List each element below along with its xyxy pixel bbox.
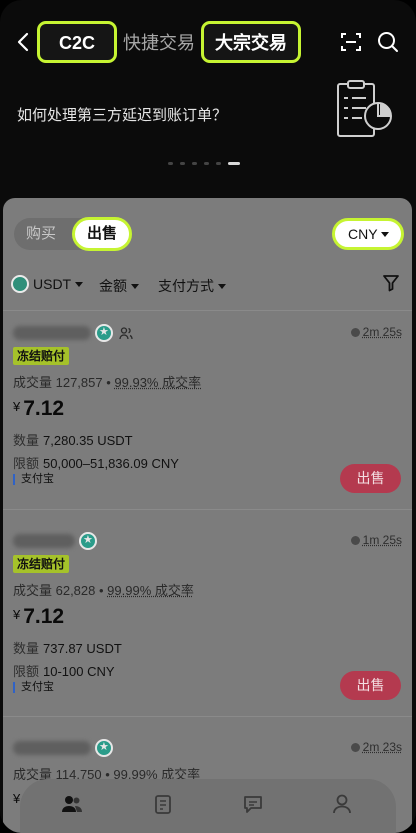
page-dot xyxy=(216,162,221,165)
limit-label: 限额 xyxy=(13,664,40,679)
amount-filter-label: 金额 xyxy=(99,278,127,294)
verified-badge-icon xyxy=(79,532,97,550)
app-frame: C2C 快捷交易 大宗交易 如何处理第三方延迟到账订单？ 购买 出售 CNY U… xyxy=(0,0,416,833)
top-bar: C2C 快捷交易 大宗交易 xyxy=(0,18,416,66)
clock-icon xyxy=(350,743,360,752)
response-time-value: 2m 25s xyxy=(362,325,402,339)
filter-bar: USDT 金额 支付方式 xyxy=(10,274,405,296)
nav-item-orders[interactable] xyxy=(133,793,193,833)
quantity-label: 数量 xyxy=(13,641,40,656)
filter-funnel-icon[interactable] xyxy=(382,274,400,292)
frozen-compensation-tag: 冻结赔付 xyxy=(13,555,70,573)
payment-filter-label: 支付方式 xyxy=(158,278,214,294)
limit-value: 10-100 CNY xyxy=(43,664,115,679)
sell-tab[interactable]: 出售 xyxy=(72,217,132,251)
amount-filter[interactable]: 金额 xyxy=(99,276,139,296)
trade-volume: 成交量 127,857 xyxy=(13,375,103,390)
currency-symbol: ¥ xyxy=(13,399,21,414)
response-time-value: 2m 23s xyxy=(362,740,402,754)
tab-block-trade[interactable]: 大宗交易 xyxy=(201,21,301,63)
nav-item-profile[interactable] xyxy=(312,793,372,833)
back-icon[interactable] xyxy=(14,30,34,54)
merchant-name-blurred[interactable] xyxy=(13,741,91,755)
currency-label: CNY xyxy=(348,226,378,242)
frozen-compensation-tag: 冻结赔付 xyxy=(13,347,70,365)
banner-pagination xyxy=(168,162,240,168)
completion-rate: 99.93% 成交率 xyxy=(114,375,202,390)
payment-method: 支付宝 xyxy=(13,682,54,693)
payment-method: 支付宝 xyxy=(13,474,54,485)
response-time-value: 1m 25s xyxy=(362,533,402,547)
tab-c2c[interactable]: C2C xyxy=(37,21,117,63)
nav-item-messages[interactable] xyxy=(223,793,283,833)
page-dot xyxy=(204,162,209,165)
quantity-label: 数量 xyxy=(13,433,40,448)
clock-icon xyxy=(350,328,360,337)
document-clock-icon xyxy=(332,80,402,144)
quantity-row: 数量 7,280.35 USDT xyxy=(13,430,133,449)
response-time: 2m 25s xyxy=(350,325,402,339)
response-time: 1m 25s xyxy=(350,533,402,547)
orders-icon xyxy=(155,795,171,814)
page-dot xyxy=(180,162,185,165)
chevron-down-icon xyxy=(381,232,389,237)
scan-icon[interactable] xyxy=(339,30,363,54)
usdt-coin-icon xyxy=(11,275,29,293)
limit-row: 限额 10-100 CNY xyxy=(13,661,115,680)
quantity-value: 7,280.35 USDT xyxy=(43,433,133,448)
verified-badge-icon xyxy=(95,324,113,342)
price-value: 7.12 xyxy=(23,605,65,628)
currency-selector[interactable]: CNY xyxy=(332,218,404,250)
chevron-down-icon xyxy=(218,284,226,289)
person-icon xyxy=(333,794,351,814)
tab-quick-trade[interactable]: 快捷交易 xyxy=(119,21,199,63)
response-time: 2m 23s xyxy=(350,740,402,754)
divider xyxy=(3,310,412,311)
quantity-value: 737.87 USDT xyxy=(43,641,122,656)
verified-badge-icon xyxy=(95,739,113,757)
limit-label: 限额 xyxy=(13,456,40,471)
clock-icon xyxy=(350,536,360,545)
merchant-name-blurred[interactable] xyxy=(13,326,91,340)
search-icon[interactable] xyxy=(376,30,400,54)
limit-row: 限额 50,000–51,836.09 CNY xyxy=(13,453,179,472)
chevron-down-icon xyxy=(75,282,84,287)
trade-stats: 成交量 62,828 • 99.99% 成交率 xyxy=(13,583,194,598)
message-icon xyxy=(244,796,262,813)
coin-filter[interactable]: USDT xyxy=(33,276,84,292)
buy-sell-toggle: 购买 出售 xyxy=(14,217,132,251)
completion-rate: 99.99% 成交率 xyxy=(107,583,194,598)
price: ¥7.12 xyxy=(13,397,64,421)
divider xyxy=(3,509,412,510)
banner-text[interactable]: 如何处理第三方延迟到账订单？ xyxy=(17,104,227,125)
chevron-down-icon xyxy=(131,284,139,289)
limit-value: 50,000–51,836.09 CNY xyxy=(43,456,179,471)
trade-volume: 成交量 62,828 xyxy=(13,583,96,598)
coin-filter-label: USDT xyxy=(33,276,72,292)
divider xyxy=(3,716,412,717)
merchant-name-blurred[interactable] xyxy=(13,534,75,548)
sell-button[interactable]: 出售 xyxy=(340,671,401,700)
buy-tab[interactable]: 购买 xyxy=(26,218,56,250)
trade-stats: 成交量 127,857 • 99.93% 成交率 xyxy=(13,375,202,390)
quantity-row: 数量 737.87 USDT xyxy=(13,638,122,657)
users-icon xyxy=(62,796,82,812)
page-dot-active xyxy=(228,162,240,165)
page-dot xyxy=(192,162,197,165)
sell-button[interactable]: 出售 xyxy=(340,464,401,493)
price-value: 7.12 xyxy=(23,397,65,420)
users-icon xyxy=(119,326,133,340)
bottom-nav xyxy=(20,779,396,833)
currency-symbol: ¥ xyxy=(13,607,21,622)
page-dot xyxy=(168,162,173,165)
nav-item-c2c[interactable] xyxy=(42,793,102,833)
payment-filter[interactable]: 支付方式 xyxy=(158,276,226,296)
price: ¥7.12 xyxy=(13,605,64,629)
trade-sheet: 购买 出售 CNY USDT 金额 支付方式 2m 25 xyxy=(3,198,412,833)
